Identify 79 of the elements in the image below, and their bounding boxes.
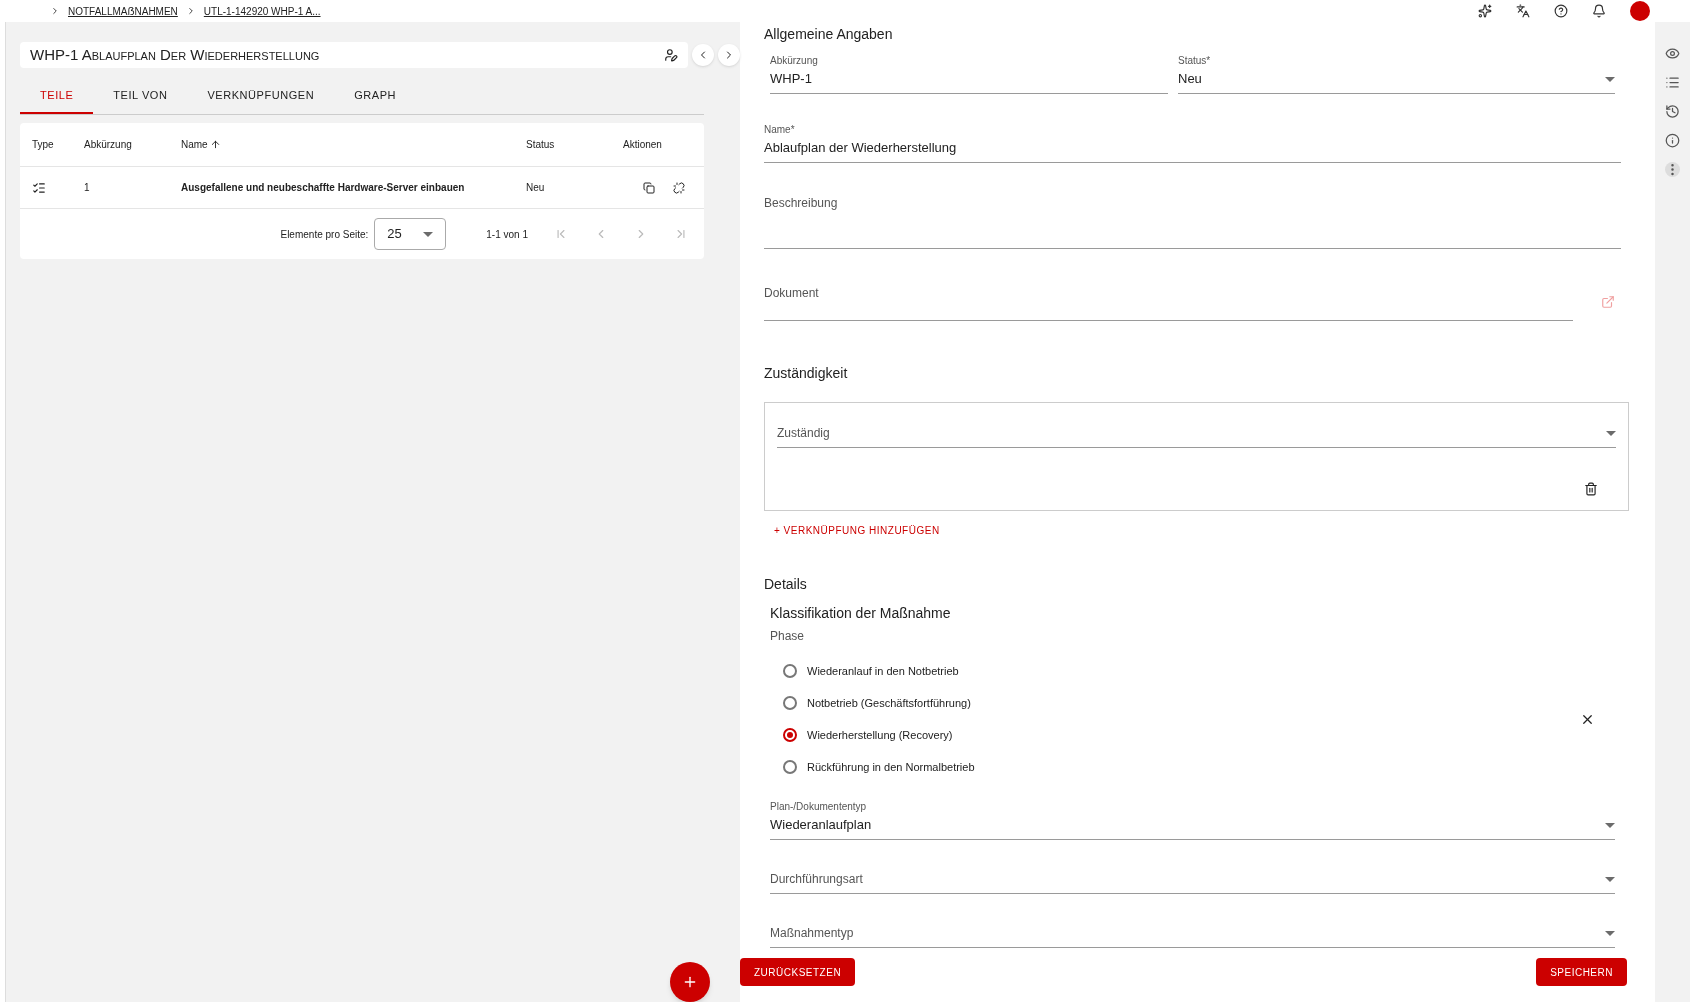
info-icon[interactable] (1665, 133, 1680, 148)
help-icon[interactable] (1554, 4, 1568, 18)
select-field[interactable]: Plan-/Dokumententyp Wiederanlaufplan (770, 799, 1615, 840)
eye-icon[interactable] (1665, 46, 1680, 61)
add-link-button[interactable]: + VERKNÜPFUNG HINZUFÜGEN (774, 523, 940, 538)
page-size-label: Elemente pro Seite: (280, 227, 369, 242)
save-button[interactable]: SPEICHERN (1536, 958, 1627, 986)
column-header[interactable]: Abkürzung (84, 137, 181, 152)
field-label: Status* (1178, 54, 1212, 68)
input-field[interactable]: Abkürzung WHP-1 (770, 53, 1168, 94)
delete-icon[interactable] (1584, 482, 1598, 496)
plus-icon (682, 974, 698, 990)
section-title: Zuständigkeit (764, 364, 849, 383)
page-range: 1-1 von 1 (486, 227, 528, 242)
add-button[interactable] (670, 962, 710, 1002)
expand-button[interactable] (718, 44, 740, 66)
input-field[interactable]: Name* Ablaufplan der Wiederherstellung (764, 122, 1621, 163)
tab[interactable]: GRAPH (334, 78, 417, 114)
field-value: WHP-1 (770, 70, 812, 88)
dropdown-caret-icon[interactable] (1605, 876, 1615, 882)
field-label: Abkürzung (770, 54, 819, 68)
breadcrumb-link[interactable]: UTL-1-142920 WHP-1 A... (203, 3, 321, 19)
bell-icon[interactable] (1592, 4, 1606, 18)
section-title: Details (764, 575, 808, 594)
breadcrumb-link[interactable]: NOTFALLMAẞNAHMEN (68, 3, 178, 19)
reset-button[interactable]: ZURÜCKSETZEN (740, 958, 856, 986)
user-edit-icon[interactable] (664, 48, 678, 62)
field-label: Zuständig (777, 425, 830, 442)
radio-option[interactable]: Wiederherstellung (Recovery) (783, 719, 1580, 751)
table-cell-text: Ausgefallene und neubeschaffte Hardware-Server einbauen (181, 181, 466, 195)
copy-icon[interactable] (643, 181, 655, 194)
list-icon[interactable] (1665, 75, 1680, 90)
phase-label: Phase (770, 628, 806, 645)
column-header[interactable]: Status (526, 137, 623, 152)
tab[interactable]: TEILE (20, 78, 94, 114)
dropdown-caret-icon[interactable] (1605, 930, 1615, 936)
column-header[interactable]: Name (181, 137, 526, 152)
translate-icon[interactable] (1516, 4, 1530, 18)
select-field[interactable]: Zuständig (777, 423, 1616, 448)
dropdown-caret-icon[interactable] (1605, 822, 1615, 828)
radio-option[interactable]: Notbetrieb (Geschäftsfortführung) (783, 687, 1580, 719)
input-field[interactable]: Dokument (764, 283, 1573, 321)
field-value: Wiederanlaufplan (770, 816, 872, 834)
column-header[interactable]: Type (32, 137, 84, 152)
unlink-icon[interactable] (673, 181, 685, 194)
tab[interactable]: VERKNÜPFUNGEN (187, 78, 335, 114)
dropdown-caret-icon[interactable] (1606, 430, 1616, 436)
field-value: Ablaufplan der Wiederherstellung (764, 139, 957, 157)
avatar[interactable] (1630, 1, 1650, 21)
input-field[interactable]: Beschreibung (764, 193, 1621, 249)
checklist-icon (32, 180, 46, 195)
field-value: Neu (1178, 70, 1202, 88)
column-header[interactable]: Aktionen (623, 137, 692, 152)
field-label: Maßnahmentyp (770, 925, 854, 942)
history-icon[interactable] (1665, 104, 1680, 119)
dropdown-caret-icon[interactable] (1605, 76, 1615, 82)
page-title: WHP-1 Ablaufplan Der Wiederherstellung (30, 44, 320, 65)
field-label: Name* (764, 123, 796, 137)
field-label: Beschreibung (764, 195, 838, 212)
field-label: Dokument (764, 285, 819, 302)
section-title: Allgemeine Angaben (764, 25, 894, 44)
sort-arrow-icon (209, 139, 221, 150)
more-icon[interactable] (1665, 162, 1680, 177)
table-cell-text: Neu (526, 181, 546, 195)
table-cell-text: 1 (84, 181, 91, 195)
collapse-button[interactable] (692, 44, 714, 66)
tab[interactable]: TEIL VON (93, 78, 188, 114)
subsection-title: Klassifikation der Maßnahme (770, 604, 952, 623)
dropdown-caret-icon[interactable] (423, 231, 434, 237)
radio-option[interactable]: Rückführung in den Normalbetrieb (783, 751, 1580, 783)
field-label: Plan-/Dokumententyp (770, 800, 868, 814)
page-size-select[interactable]: 25 (374, 218, 447, 250)
select-field[interactable]: Status* Neu (1178, 53, 1615, 94)
field-label: Durchführungsart (770, 871, 863, 888)
radio-option[interactable]: Wiederanlauf in den Notbetrieb (783, 655, 1580, 687)
sparkle-icon[interactable] (1478, 4, 1492, 18)
select-field[interactable]: Durchführungsart (770, 864, 1615, 894)
select-field[interactable]: Maßnahmentyp (770, 918, 1615, 948)
breadcrumb-separator-icon (50, 6, 60, 16)
